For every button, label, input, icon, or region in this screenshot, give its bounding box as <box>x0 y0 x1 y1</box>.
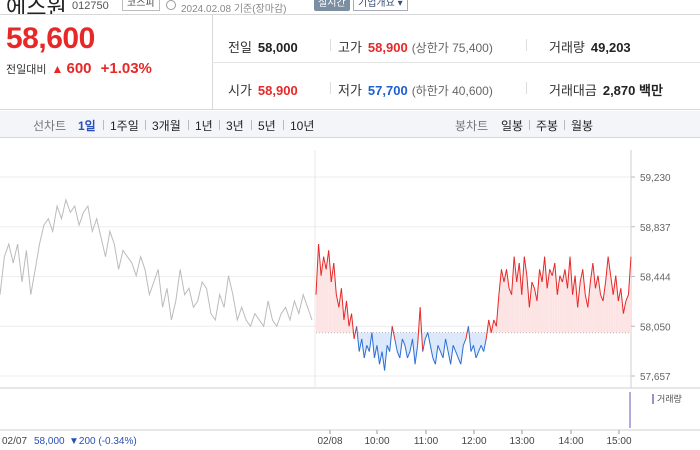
realtime-button[interactable]: 실시간 <box>314 0 350 11</box>
line-chart-label: 선차트 <box>33 119 67 133</box>
prev-day-close: 58,000 <box>34 436 65 447</box>
chart-tabs: 선차트 1일 1주일 3개월 1년 3년 5년 10년 봉차트 일봉 주봉 월봉 <box>0 111 700 138</box>
low-value: 57,700 <box>367 83 408 98</box>
low-stat: 저가 57,700 (하한가 40,600) <box>338 80 493 99</box>
prev-day-change: ▼200 (-0.34%) <box>69 436 137 447</box>
prev-close-value: 58,000 <box>257 40 298 55</box>
x-tick-label: 15:00 <box>606 436 631 447</box>
amount-label: 거래대금 <box>549 83 597 98</box>
open-stat: 시가 58,900 <box>228 80 298 99</box>
divider <box>188 120 189 130</box>
candle-chart-label: 봉차트 <box>455 119 489 133</box>
change-percent: +1.03% <box>100 60 152 77</box>
divider <box>526 82 527 94</box>
prev-day-label: 02/07 <box>2 436 27 447</box>
tab-3y[interactable]: 3년 <box>226 117 244 134</box>
x-tick-label: 02/08 <box>317 436 342 447</box>
y-tick-label: 57,657 <box>640 372 671 383</box>
x-tick-label: 11:00 <box>414 436 439 447</box>
volume-label: 거래량 <box>549 40 585 55</box>
prev-close-label: 전일 <box>228 40 252 55</box>
volume-legend-label: 거래량 <box>657 393 682 404</box>
change-value: 600 <box>66 60 92 77</box>
market-badge: 코스피 <box>122 0 160 11</box>
divider <box>564 120 565 130</box>
up-fill <box>509 288 512 333</box>
divider <box>283 120 284 130</box>
open-label: 시가 <box>228 83 252 98</box>
high-value: 58,900 <box>367 40 408 55</box>
high-stat: 고가 58,900 (상한가 75,400) <box>338 37 493 56</box>
volume-value: 49,203 <box>590 40 631 55</box>
divider <box>529 120 530 130</box>
divider <box>212 62 700 63</box>
high-label: 고가 <box>338 40 362 55</box>
amount-stat: 거래대금 2,870 백만 <box>549 80 663 99</box>
tab-5y[interactable]: 5년 <box>258 117 276 134</box>
y-tick-label: 58,837 <box>640 223 671 234</box>
y-tick-label: 58,050 <box>640 322 671 333</box>
divider <box>330 82 331 94</box>
change-label: 전일대비 <box>6 64 47 76</box>
x-tick-label: 10:00 <box>364 436 389 447</box>
stock-name: 에스원 <box>6 0 67 14</box>
tab-3m[interactable]: 3개월 <box>152 117 181 134</box>
open-value: 58,900 <box>257 83 298 98</box>
lower-limit: (하한가 40,600) <box>411 84 493 98</box>
tab-10y[interactable]: 10년 <box>290 117 314 134</box>
divider <box>330 39 331 51</box>
date-text: 2024.02.08 기준(장마감) <box>181 4 287 14</box>
x-tick-label: 14:00 <box>558 436 583 447</box>
up-fill <box>531 282 535 333</box>
company-info-button[interactable]: 기업개요 ▾ <box>353 0 408 11</box>
divider <box>103 120 104 130</box>
up-fill <box>549 269 553 333</box>
divider <box>219 120 220 130</box>
tab-1w[interactable]: 1주일 <box>110 117 139 134</box>
intraday-chart[interactable]: 59,230 58,837 58,444 58,050 57,657 거래량 02/08 10… <box>0 138 700 450</box>
prev-day-line <box>0 198 313 328</box>
divider <box>145 120 146 130</box>
low-label: 저가 <box>338 83 362 98</box>
stock-header: 에스원 012750 코스피 2024.02.08 기준(장마감) 실시간 기업… <box>0 0 700 14</box>
up-fill <box>559 275 563 333</box>
tab-weekly[interactable]: 주봉 <box>536 117 558 134</box>
divider <box>251 120 252 130</box>
up-arrow-icon: ▲ <box>51 62 64 76</box>
price-change: 전일대비 ▲ 600 +1.03% <box>6 60 152 77</box>
tab-1d[interactable]: 1일 <box>78 117 96 134</box>
x-tick-label: 13:00 <box>509 436 534 447</box>
current-price: 58,600 <box>6 22 95 55</box>
clock-icon <box>166 0 176 10</box>
chart-svg: 59,230 58,837 58,444 58,050 57,657 거래량 02/08 10… <box>0 150 700 447</box>
volume-stat: 거래량 49,203 <box>549 37 631 56</box>
tab-daily[interactable]: 일봉 <box>501 117 523 134</box>
x-tick-label: 12:00 <box>461 436 486 447</box>
upper-limit: (상한가 75,400) <box>411 41 493 55</box>
y-tick-label: 58,444 <box>640 273 671 284</box>
stock-code: 012750 <box>72 0 109 12</box>
divider <box>526 39 527 51</box>
tab-monthly[interactable]: 월봉 <box>571 117 593 134</box>
amount-value: 2,870 백만 <box>602 83 663 98</box>
tab-1y[interactable]: 1년 <box>195 117 213 134</box>
prev-close-stat: 전일 58,000 <box>228 37 298 56</box>
y-tick-label: 59,230 <box>640 173 671 184</box>
volume-legend-swatch <box>652 394 654 404</box>
